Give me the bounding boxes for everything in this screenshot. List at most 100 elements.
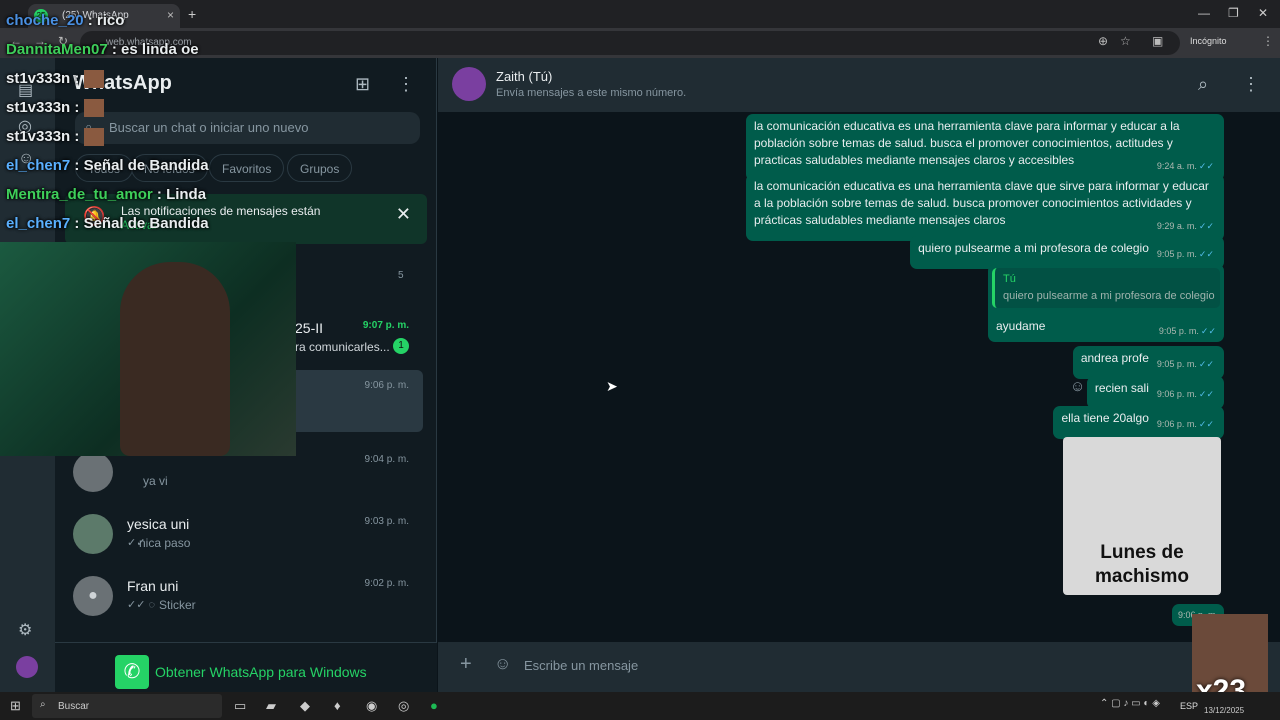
conversation-panel: Zaith (Tú) Envía mensajes a este mismo n… bbox=[438, 58, 1280, 692]
message-input[interactable]: Escribe un mensaje bbox=[524, 658, 638, 673]
close-icon[interactable]: ✕ bbox=[396, 204, 411, 225]
settings-gear-icon[interactable]: ⚙ bbox=[18, 620, 32, 640]
double-check-icon: ✓✓ bbox=[127, 537, 146, 549]
file-explorer-icon[interactable]: ▰ bbox=[266, 698, 276, 714]
message-text: quiero pulsearme a mi profesora de coleg… bbox=[918, 241, 1149, 255]
message-bubble[interactable]: ella tiene 20algo 9:06 p. m. ✓✓ bbox=[1053, 406, 1224, 439]
profile-avatar[interactable] bbox=[16, 656, 38, 678]
contact-name: Zaith (Tú) bbox=[496, 69, 553, 84]
sticker-caption-line: machismo bbox=[1095, 566, 1189, 587]
chat-item[interactable]: yesica uni nica paso ✓✓ 9:03 p. m. bbox=[55, 506, 437, 568]
message-time: 9:06 p. m. bbox=[1156, 389, 1197, 399]
emoji-icon[interactable]: ☺ bbox=[494, 654, 511, 674]
message-text: recien sali bbox=[1094, 381, 1149, 395]
app-icon[interactable]: ◆ bbox=[300, 698, 310, 714]
chat-text: Señal de Bandida bbox=[83, 157, 209, 174]
spotify-icon[interactable]: ● bbox=[430, 698, 438, 713]
streamer-image bbox=[120, 262, 230, 456]
quoted-text: quiero pulsearme a mi profesora de coleg… bbox=[1003, 290, 1215, 302]
webcam-overlay bbox=[0, 242, 296, 456]
contact-avatar[interactable] bbox=[452, 67, 486, 101]
attach-plus-icon[interactable]: + bbox=[460, 653, 472, 676]
obs-icon[interactable]: ◎ bbox=[398, 698, 409, 714]
stream-chat-message: Mentira_de_tu_amor : Linda bbox=[6, 186, 207, 203]
message-text: ayudame bbox=[996, 319, 1046, 333]
message-composer: + ☺ Escribe un mensaje bbox=[438, 642, 1280, 692]
message-text: andrea profe bbox=[1080, 351, 1149, 365]
chat-time: 9:06 p. m. bbox=[364, 380, 409, 391]
message-text: la comunicación educativa es una herrami… bbox=[754, 179, 1209, 227]
app-icon[interactable]: ♦ bbox=[334, 698, 341, 713]
chat-text: es linda oe bbox=[121, 41, 199, 58]
double-check-icon: ✓✓ ◌ bbox=[127, 599, 156, 611]
chat-item[interactable]: ● Fran uni ✓✓ ◌ Sticker 9:02 p. m. bbox=[55, 568, 437, 630]
chat-text: rico bbox=[96, 12, 125, 29]
get-windows-app-banner[interactable]: ✆ Obtener WhatsApp para Windows bbox=[55, 642, 437, 692]
chat-username: el_chen7 bbox=[6, 157, 71, 174]
browser-menu-icon[interactable]: ⋮ bbox=[1262, 34, 1274, 48]
chat-preview: nica paso bbox=[139, 536, 191, 550]
taskbar-search[interactable]: ⌕ Buscar bbox=[32, 694, 222, 718]
restore-icon[interactable]: ❐ bbox=[1228, 6, 1239, 20]
message-time: 9:05 p. m. bbox=[1156, 359, 1197, 369]
stream-chat-message: choche_20 : rico bbox=[6, 12, 125, 29]
search-icon[interactable]: ⌕ bbox=[1198, 74, 1208, 95]
chat-name: Fran uni bbox=[127, 578, 179, 594]
new-chat-icon[interactable]: ⊞ bbox=[355, 74, 370, 95]
message-time: 9:06 p. m. bbox=[1156, 419, 1197, 429]
minimize-icon[interactable]: — bbox=[1198, 6, 1210, 20]
chat-name: yesica uni bbox=[127, 516, 190, 532]
chat-time: 9:07 p. m. bbox=[362, 320, 409, 331]
avatar bbox=[73, 514, 113, 554]
message-time: 9:05 p. m. bbox=[1158, 326, 1199, 336]
zoom-icon[interactable]: ⊕ bbox=[1098, 34, 1108, 48]
chat-preview: ya vi bbox=[143, 474, 168, 488]
chat-username: DannitaMen07 bbox=[6, 41, 108, 58]
read-ticks-icon: ✓✓ bbox=[1198, 419, 1214, 429]
message-bubble[interactable]: recien sali 9:06 p. m. ✓✓ bbox=[1086, 376, 1224, 409]
read-ticks-icon: ✓✓ bbox=[1198, 161, 1214, 171]
menu-icon[interactable]: ⋮ bbox=[397, 74, 415, 95]
contact-status: Envía mensajes a este mismo número. bbox=[496, 87, 687, 99]
chat-text: Señal de Bandida bbox=[83, 215, 209, 232]
chat-preview: Sticker bbox=[159, 598, 196, 612]
message-text: la comunicación educativa es una herrami… bbox=[754, 119, 1180, 167]
chat-time: 9:02 p. m. bbox=[364, 578, 409, 589]
quoted-message[interactable]: Tú quiero pulsearme a mi profesora de co… bbox=[992, 268, 1220, 308]
url-field[interactable]: web.whatsapp.com bbox=[80, 31, 1180, 55]
whatsapp-logo-icon: ✆ bbox=[115, 655, 149, 689]
stream-chat-message: st1v333n : bbox=[6, 99, 236, 128]
conversation-header[interactable]: Zaith (Tú) Envía mensajes a este mismo n… bbox=[438, 58, 1280, 112]
stream-chat-message: DannitaMen07 : es linda oe bbox=[6, 41, 199, 58]
chat-time: 9:04 p. m. bbox=[364, 454, 409, 465]
tray-icons[interactable]: ⌃ ▢ ♪ ▭ ◐ ◈ bbox=[1100, 698, 1160, 709]
chat-username: st1v333n bbox=[6, 99, 71, 116]
windows-start-icon[interactable]: ⊞ bbox=[10, 698, 21, 714]
task-view-icon[interactable]: ▭ bbox=[234, 698, 246, 714]
taskbar-date[interactable]: 13/12/2025 bbox=[1204, 706, 1244, 715]
get-app-label[interactable]: Obtener WhatsApp para Windows bbox=[155, 664, 367, 680]
chat-username: st1v333n bbox=[6, 70, 71, 87]
sticker-message[interactable]: Lunes de machismo bbox=[1063, 437, 1221, 595]
message-bubble[interactable]: la comunicación educativa es una herrami… bbox=[746, 174, 1224, 241]
unread-badge: 1 bbox=[393, 338, 409, 354]
message-bubble[interactable]: andrea profe 9:05 p. m. ✓✓ bbox=[1072, 346, 1224, 379]
extension-icon[interactable]: ▣ bbox=[1152, 34, 1163, 48]
bookmark-star-icon[interactable]: ☆ bbox=[1120, 34, 1131, 48]
message-time: 9:24 a. m. bbox=[1156, 161, 1197, 171]
stream-chat-message: st1v333n : bbox=[6, 128, 236, 157]
menu-icon[interactable]: ⋮ bbox=[1242, 74, 1260, 95]
read-ticks-icon: ✓✓ bbox=[1200, 326, 1216, 336]
chrome-icon[interactable]: ◉ bbox=[366, 698, 377, 714]
filter-groups[interactable]: Grupos bbox=[287, 154, 353, 182]
emote-icon bbox=[83, 70, 104, 89]
search-icon: ⌕ bbox=[40, 699, 46, 710]
close-window-icon[interactable]: ✕ bbox=[1258, 6, 1268, 20]
message-time: 9:29 a. m. bbox=[1156, 221, 1197, 231]
message-bubble[interactable]: la comunicación educativa es una herrami… bbox=[746, 114, 1224, 181]
react-emoji-icon[interactable]: ☺ bbox=[1070, 378, 1085, 395]
stream-chat-overlay: choche_20 : rico DannitaMen07 : es linda… bbox=[6, 12, 236, 244]
reply-message-bubble[interactable]: Tú quiero pulsearme a mi profesora de co… bbox=[988, 264, 1224, 342]
incognito-label[interactable]: Incógnito bbox=[1190, 36, 1227, 46]
language-indicator[interactable]: ESP bbox=[1180, 701, 1198, 711]
